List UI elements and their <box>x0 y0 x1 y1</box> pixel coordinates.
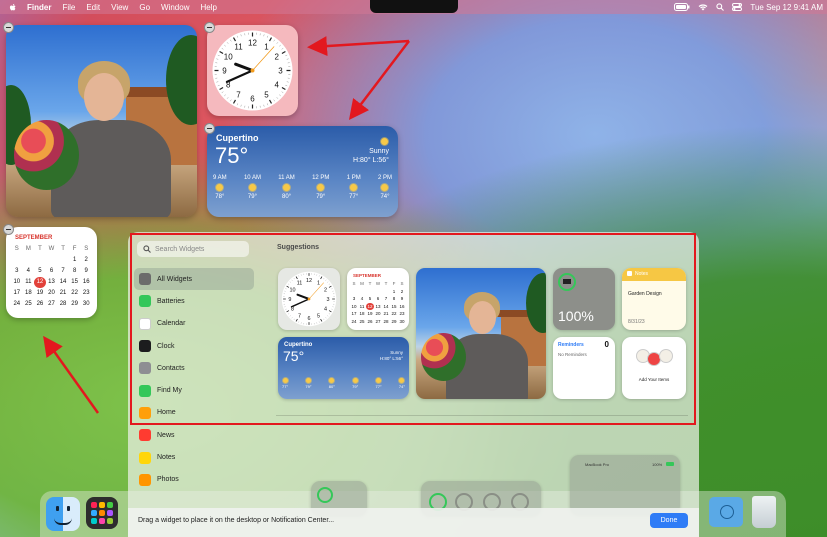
annotation-arrows <box>43 36 410 414</box>
